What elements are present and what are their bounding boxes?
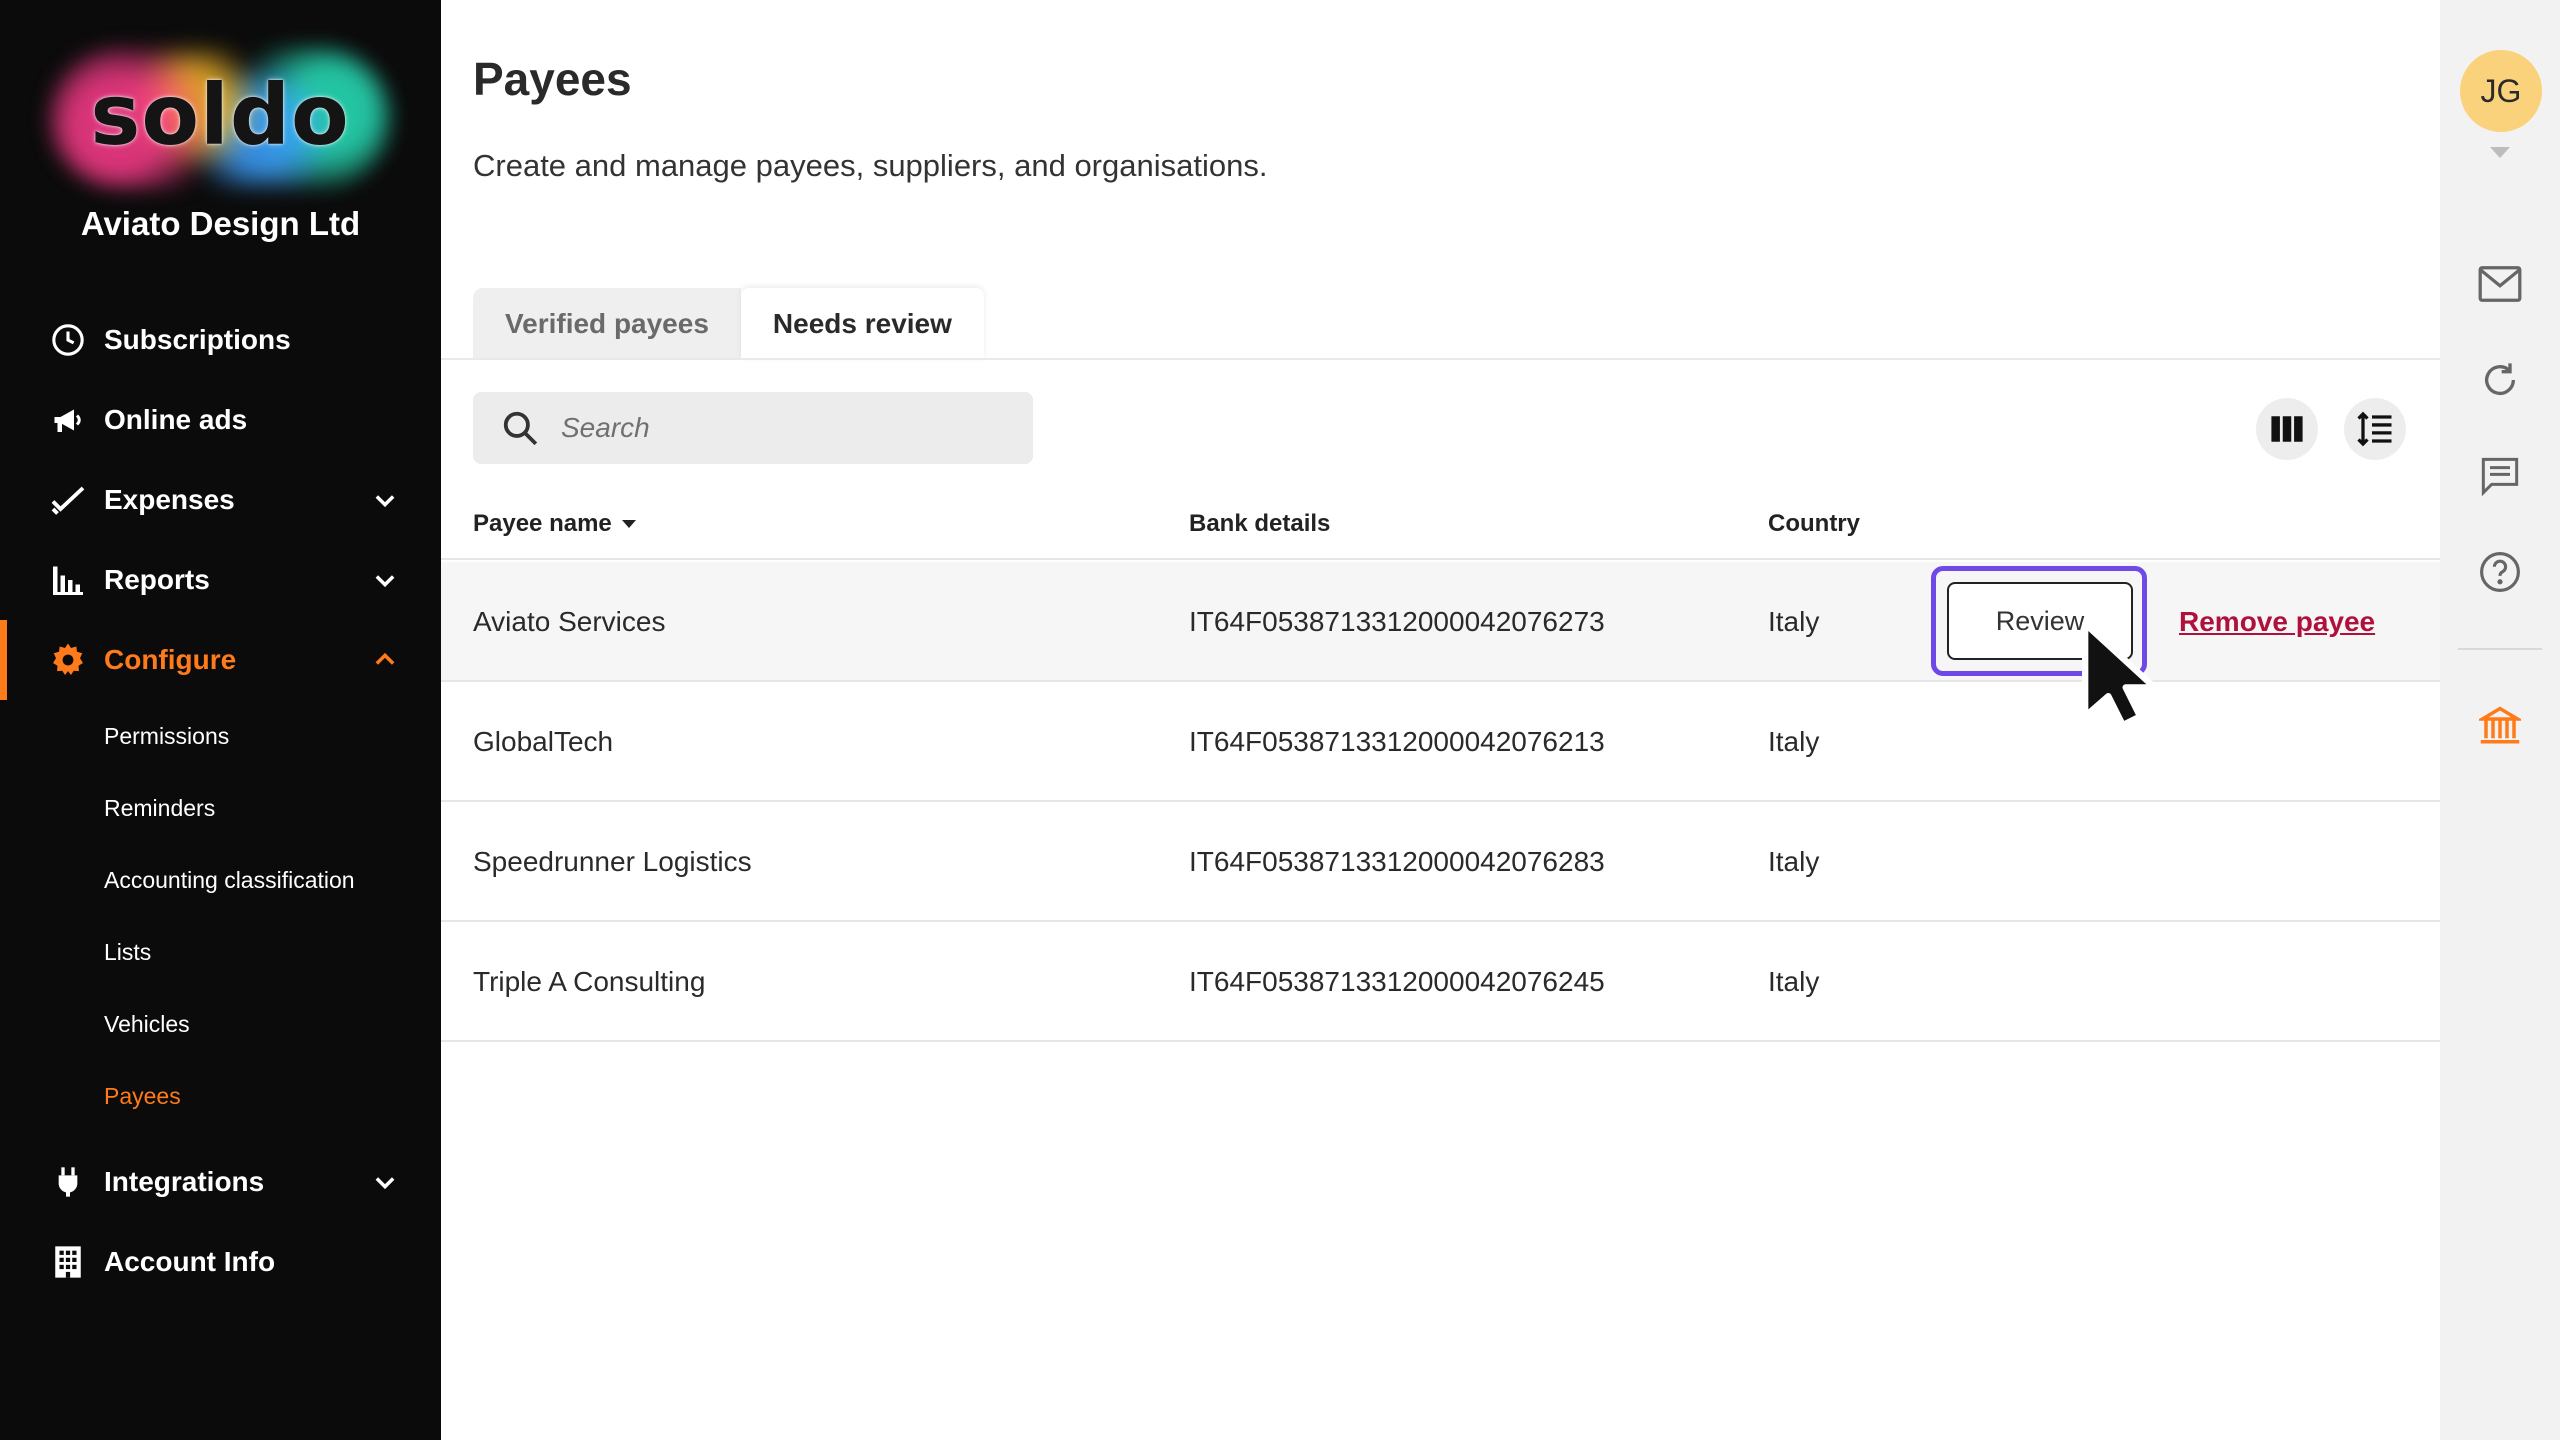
page-title: Payees [473, 53, 632, 105]
bank-icon[interactable] [2476, 702, 2524, 750]
sub-item-reminders[interactable]: Reminders [0, 772, 441, 844]
tab-needs-review[interactable]: Needs review [740, 288, 984, 360]
nav-item-expenses[interactable]: Expenses [0, 460, 441, 540]
nav-item-configure[interactable]: Configure [0, 620, 441, 700]
chat-icon[interactable] [2476, 452, 2524, 500]
nav-item-integrations[interactable]: Integrations [0, 1142, 441, 1222]
nav-label: Account Info [104, 1246, 276, 1277]
soldo-logo[interactable]: soldo [50, 48, 390, 188]
search-icon [503, 411, 538, 446]
tab-divider [441, 358, 2440, 360]
right-rail: JG [2440, 0, 2560, 1440]
tab-verified-payees[interactable]: Verified payees [473, 288, 741, 360]
page-subtitle: Create and manage payees, suppliers, and… [473, 148, 1268, 183]
rail-divider [2458, 648, 2542, 650]
logo-text: soldo [90, 66, 350, 164]
country-cell: Italy [1768, 846, 1820, 877]
search-input[interactable] [561, 412, 1001, 444]
tab-bar: Verified payees Needs review [473, 288, 984, 360]
mail-icon[interactable] [2476, 260, 2524, 308]
nav-label: Subscriptions [104, 324, 291, 355]
table-row[interactable]: Speedrunner Logistics IT64F0538713312000… [441, 802, 2440, 922]
nav-item-account-info[interactable]: Account Info [0, 1222, 441, 1302]
column-header-bank-details: Bank details [1189, 510, 1331, 537]
table-header: Payee name Bank details Country [441, 500, 2440, 560]
help-icon[interactable] [2476, 548, 2524, 596]
column-header-payee-name[interactable]: Payee name [473, 510, 636, 538]
sort-caret-icon [621, 520, 636, 528]
bank-details-cell: IT64F0538713312000042076213 [1189, 726, 1605, 757]
payee-name-cell: Triple A Consulting [473, 966, 706, 997]
country-cell: Italy [1768, 726, 1820, 757]
payee-name-cell: Aviato Services [473, 606, 666, 637]
main-content: Payees Create and manage payees, supplie… [441, 0, 2440, 1440]
bank-details-cell: IT64F0538713312000042076283 [1189, 846, 1605, 877]
column-header-country: Country [1768, 510, 1860, 537]
chevron-down-icon[interactable] [371, 486, 399, 514]
nav-item-online-ads[interactable]: Online ads [0, 380, 441, 460]
user-menu-caret-icon[interactable] [2490, 147, 2510, 158]
sidebar: soldo Aviato Design Ltd Subscriptions On… [0, 0, 441, 1440]
checkmark-icon [50, 482, 86, 518]
main-nav: Subscriptions Online ads Expenses Report… [0, 300, 441, 1302]
nav-label: Online ads [104, 404, 248, 435]
gear-icon [50, 642, 86, 678]
avatar[interactable]: JG [2460, 50, 2542, 132]
bar-chart-icon [50, 562, 86, 598]
building-icon [50, 1244, 86, 1280]
chevron-down-icon[interactable] [371, 566, 399, 594]
sub-item-vehicles[interactable]: Vehicles [0, 988, 441, 1060]
payee-name-cell: Speedrunner Logistics [473, 846, 752, 877]
country-cell: Italy [1768, 606, 1820, 637]
row-density-button[interactable] [2344, 398, 2406, 460]
table-row[interactable]: GlobalTech IT64F0538713312000042076213 I… [441, 682, 2440, 802]
sub-item-lists[interactable]: Lists [0, 916, 441, 988]
bank-details-cell: IT64F0538713312000042076273 [1189, 606, 1605, 637]
line-spacing-icon [2357, 411, 2392, 447]
bank-details-cell: IT64F0538713312000042076245 [1189, 966, 1605, 997]
payee-name-cell: GlobalTech [473, 726, 614, 757]
refresh-icon[interactable] [2476, 356, 2524, 404]
sub-item-payees[interactable]: Payees [0, 1060, 441, 1132]
sub-item-permissions[interactable]: Permissions [0, 700, 441, 772]
nav-item-subscriptions[interactable]: Subscriptions [0, 300, 441, 380]
sub-item-accounting-classification[interactable]: Accounting classification [0, 844, 441, 916]
column-label: Payee name [473, 510, 612, 537]
table-row[interactable]: Triple A Consulting IT64F053871331200004… [441, 922, 2440, 1042]
nav-label: Expenses [104, 484, 235, 515]
country-cell: Italy [1768, 966, 1820, 997]
columns-button[interactable] [2256, 398, 2318, 460]
table-row[interactable]: Aviato Services IT64F0538713312000042076… [441, 562, 2440, 728]
chevron-down-icon[interactable] [371, 1168, 399, 1196]
clock-icon [50, 322, 86, 358]
company-name: Aviato Design Ltd [80, 205, 361, 242]
search-box[interactable] [473, 392, 1033, 464]
remove-payee-link[interactable]: Remove payee [2179, 562, 2375, 682]
chevron-up-icon[interactable] [371, 646, 399, 674]
nav-label: Configure [104, 644, 237, 675]
plug-icon [50, 1164, 86, 1200]
nav-label: Integrations [104, 1166, 265, 1197]
columns-icon [2271, 416, 2303, 442]
nav-item-reports[interactable]: Reports [0, 540, 441, 620]
megaphone-icon [50, 402, 86, 438]
nav-label: Reports [104, 564, 210, 595]
